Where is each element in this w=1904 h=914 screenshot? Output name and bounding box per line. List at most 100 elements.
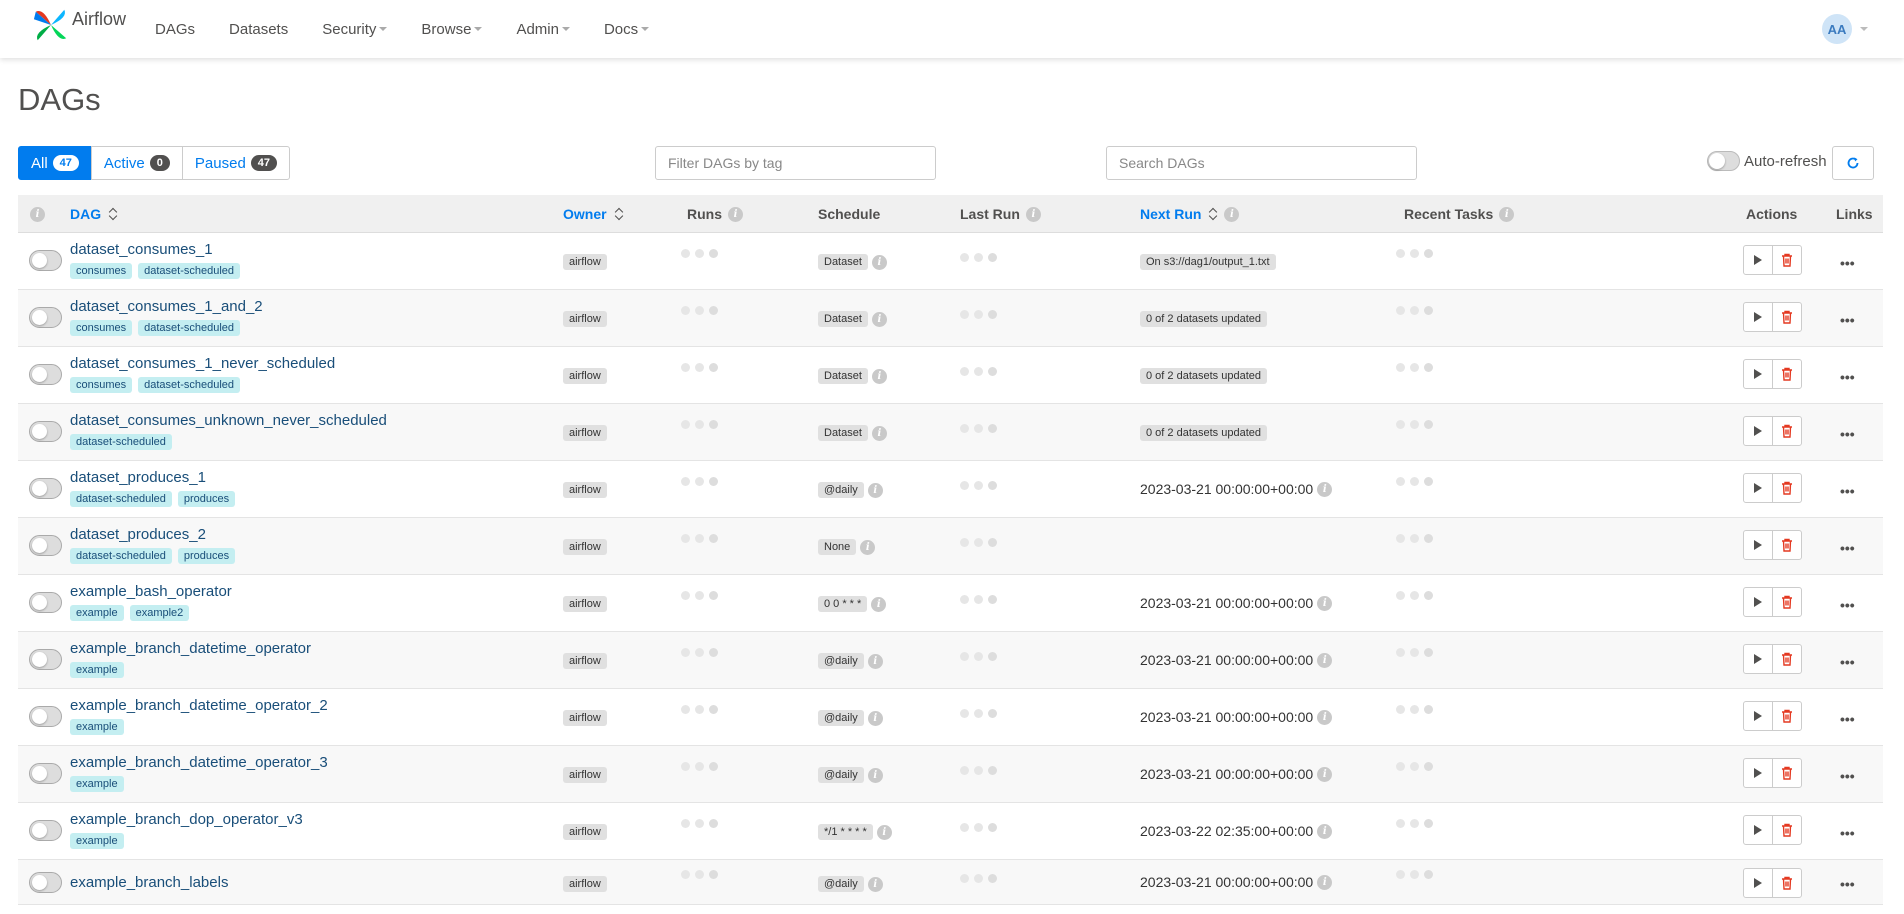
pause-toggle[interactable] [29, 706, 62, 727]
header-next-run[interactable]: Next Run i [1140, 195, 1240, 233]
trigger-dag-button[interactable] [1743, 815, 1773, 845]
tag-badge[interactable]: example2 [129, 605, 190, 621]
info-icon[interactable]: i [876, 824, 892, 840]
header-dag[interactable]: DAG [70, 195, 118, 233]
tag-badge[interactable]: example [70, 719, 124, 735]
delete-dag-button[interactable] [1772, 758, 1802, 788]
trigger-dag-button[interactable] [1743, 644, 1773, 674]
header-owner[interactable]: Owner [563, 195, 624, 233]
user-avatar[interactable]: AA [1822, 14, 1852, 44]
delete-dag-button[interactable] [1772, 473, 1802, 503]
delete-dag-button[interactable] [1772, 815, 1802, 845]
owner-badge[interactable]: airflow [563, 425, 607, 441]
links-menu-icon[interactable]: ••• [1840, 768, 1855, 784]
tag-badge[interactable]: dataset-scheduled [138, 263, 241, 279]
dag-link[interactable]: example_branch_datetime_operator [70, 640, 311, 657]
tag-badge[interactable]: example [70, 776, 124, 792]
tag-badge[interactable]: example [70, 662, 124, 678]
info-icon[interactable]: i [728, 206, 743, 222]
tag-badge[interactable]: consumes [70, 377, 133, 393]
info-icon[interactable]: i [1317, 823, 1333, 839]
dag-link[interactable]: dataset_consumes_1_never_scheduled [70, 355, 335, 372]
info-icon[interactable]: i [1224, 206, 1240, 222]
dag-link[interactable]: example_bash_operator [70, 583, 232, 600]
owner-badge[interactable]: airflow [563, 824, 607, 840]
pause-toggle[interactable] [29, 364, 62, 385]
trigger-dag-button[interactable] [1743, 530, 1773, 560]
info-icon[interactable]: i [871, 254, 887, 270]
nav-item-admin[interactable]: Admin [516, 21, 570, 38]
info-icon[interactable]: i [871, 368, 887, 384]
delete-dag-button[interactable] [1772, 302, 1802, 332]
links-menu-icon[interactable]: ••• [1840, 825, 1855, 841]
info-icon[interactable]: i [860, 539, 876, 555]
info-icon[interactable]: i [1317, 709, 1333, 725]
dag-link[interactable]: dataset_produces_2 [70, 526, 206, 543]
info-icon[interactable]: i [1025, 206, 1041, 222]
dag-link[interactable]: dataset_consumes_1 [70, 241, 213, 258]
links-menu-icon[interactable]: ••• [1840, 426, 1855, 442]
tag-badge[interactable]: dataset-scheduled [70, 548, 172, 564]
trigger-dag-button[interactable] [1743, 302, 1773, 332]
airflow-logo-link[interactable]: Airflow [32, 6, 126, 44]
nav-item-browse[interactable]: Browse [421, 21, 483, 38]
pause-toggle[interactable] [29, 535, 62, 556]
info-icon[interactable]: i [867, 482, 883, 498]
tag-badge[interactable]: consumes [70, 320, 133, 336]
tag-badge[interactable]: dataset-scheduled [70, 491, 172, 507]
links-menu-icon[interactable]: ••• [1840, 369, 1855, 385]
pause-toggle[interactable] [29, 763, 62, 784]
links-menu-icon[interactable]: ••• [1840, 312, 1855, 328]
trigger-dag-button[interactable] [1743, 868, 1773, 898]
info-icon[interactable]: i [1317, 481, 1333, 497]
pause-toggle[interactable] [29, 250, 62, 271]
owner-badge[interactable]: airflow [563, 254, 607, 270]
info-icon[interactable]: i [871, 311, 887, 327]
dag-link[interactable]: dataset_consumes_1_and_2 [70, 298, 263, 315]
tag-badge[interactable]: example [70, 605, 124, 621]
nav-item-security[interactable]: Security [322, 21, 388, 38]
trigger-dag-button[interactable] [1743, 701, 1773, 731]
links-menu-icon[interactable]: ••• [1840, 540, 1855, 556]
nav-item-docs[interactable]: Docs [604, 21, 650, 38]
info-icon[interactable]: i [1317, 652, 1333, 668]
delete-dag-button[interactable] [1772, 245, 1802, 275]
trigger-dag-button[interactable] [1743, 416, 1773, 446]
search-dags-input[interactable] [1106, 146, 1417, 180]
owner-badge[interactable]: airflow [563, 876, 607, 892]
pause-toggle[interactable] [29, 820, 62, 841]
filter-paused-button[interactable]: Paused 47 [181, 146, 291, 180]
info-icon[interactable]: i [867, 767, 883, 783]
links-menu-icon[interactable]: ••• [1840, 483, 1855, 499]
delete-dag-button[interactable] [1772, 416, 1802, 446]
pause-toggle[interactable] [29, 649, 62, 670]
info-icon[interactable]: i [867, 653, 883, 669]
delete-dag-button[interactable] [1772, 587, 1802, 617]
delete-dag-button[interactable] [1772, 530, 1802, 560]
trigger-dag-button[interactable] [1743, 473, 1773, 503]
pause-toggle[interactable] [29, 872, 62, 893]
links-menu-icon[interactable]: ••• [1840, 711, 1855, 727]
next-run-badge[interactable]: 0 of 2 datasets updated [1140, 311, 1267, 327]
info-icon[interactable]: i [867, 876, 883, 892]
next-run-badge[interactable]: 0 of 2 datasets updated [1140, 425, 1267, 441]
next-run-badge[interactable]: On s3://dag1/output_1.txt [1140, 254, 1276, 270]
info-icon[interactable]: i [1499, 206, 1515, 222]
owner-badge[interactable]: airflow [563, 368, 607, 384]
tag-filter-input[interactable] [655, 146, 936, 180]
tag-badge[interactable]: produces [177, 491, 236, 507]
owner-badge[interactable]: airflow [563, 596, 607, 612]
pause-toggle[interactable] [29, 421, 62, 442]
dag-link[interactable]: example_branch_datetime_operator_2 [70, 697, 328, 714]
dag-link[interactable]: example_branch_labels [70, 874, 228, 891]
links-menu-icon[interactable]: ••• [1840, 654, 1855, 670]
tag-badge[interactable]: produces [177, 548, 236, 564]
user-menu[interactable]: AA [1822, 14, 1868, 44]
dag-link[interactable]: dataset_consumes_unknown_never_scheduled [70, 412, 387, 429]
owner-badge[interactable]: airflow [563, 653, 607, 669]
info-icon[interactable]: i [1317, 595, 1333, 611]
auto-refresh-toggle[interactable] [1707, 151, 1740, 171]
info-icon[interactable]: i [871, 425, 887, 441]
trigger-dag-button[interactable] [1743, 245, 1773, 275]
pause-toggle[interactable] [29, 307, 62, 328]
